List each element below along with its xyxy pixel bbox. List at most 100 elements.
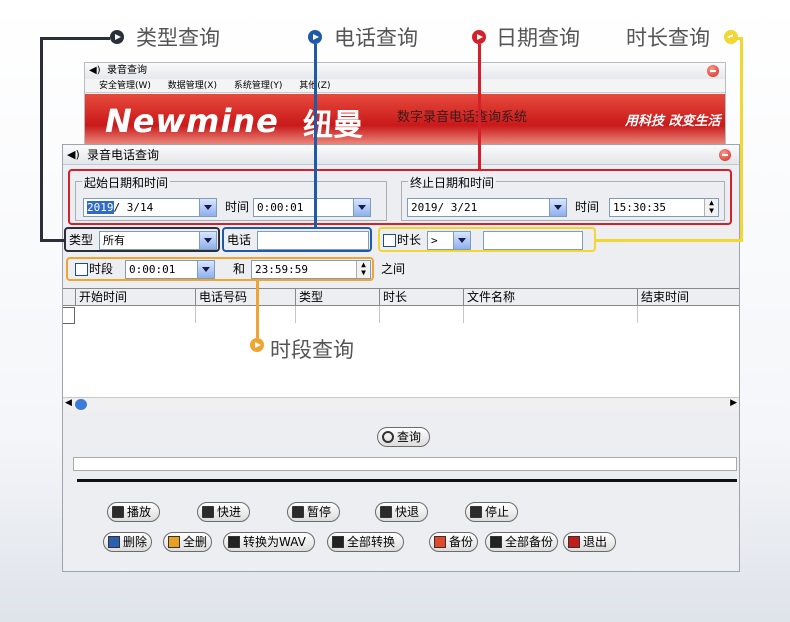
rewind-label: 快退 [395, 505, 420, 519]
back-window: 录音查询 ◀) 安全管理(W) 数据管理(X) 系统管理(Y) 其他(Z) Ne… [84, 62, 726, 151]
period-between-label: 之间 [381, 262, 406, 276]
play-button[interactable]: 播放 [107, 502, 161, 522]
fast-forward-icon [202, 506, 214, 518]
main-window-title: ◀) 录音电话查询 [63, 145, 739, 165]
period-highlight-box [66, 257, 374, 281]
delete-button[interactable]: 删除 [103, 532, 153, 552]
callout-type-query: 类型查询 [136, 26, 220, 50]
records-table[interactable]: 开始时间 电话号码 类型 时长 文件名称 结束时间 [63, 288, 739, 408]
logo-cn: 纽曼 [303, 108, 363, 143]
duration-connector [740, 37, 743, 242]
convert-wav-button[interactable]: 转换为WAV [223, 532, 315, 552]
back-menu-bar: 安全管理(W) 数据管理(X) 系统管理(Y) 其他(Z) [85, 79, 725, 93]
row-indicator [63, 307, 75, 324]
banner: Newmine 纽曼 数字录音电话查询系统 用科技 改变生活 [85, 94, 725, 151]
exit-icon [568, 536, 580, 548]
col-duration[interactable]: 时长 [379, 289, 463, 306]
callout-duration-query: 时长查询 [626, 26, 710, 50]
banner-slogan: 数字录音电话查询系统 [397, 110, 528, 125]
stop-button[interactable]: 停止 [465, 502, 519, 522]
delete-icon [108, 536, 120, 548]
duration-connector [730, 37, 742, 40]
backup-all-button[interactable]: 全部备份 [485, 532, 559, 552]
grid-line [637, 306, 638, 323]
pause-label: 暂停 [307, 505, 332, 519]
callout-phone-dot [308, 30, 322, 44]
convert-all-label: 全部转换 [347, 535, 396, 549]
type-connector [40, 239, 66, 242]
col-type[interactable]: 类型 [295, 289, 379, 306]
logo-text: Newmine [105, 102, 279, 140]
callout-period-query: 时段查询 [270, 338, 354, 362]
menu-data[interactable]: 数据管理(X) [168, 81, 217, 91]
col-file-name[interactable]: 文件名称 [463, 289, 637, 306]
pause-button[interactable]: 暂停 [287, 502, 341, 522]
speaker-icon: ◀) [89, 65, 101, 76]
col-phone[interactable]: 电话号码 [195, 289, 295, 306]
play-icon [112, 506, 124, 518]
menu-system[interactable]: 系统管理(Y) [234, 81, 283, 91]
menu-security[interactable]: 安全管理(W) [99, 81, 151, 91]
phone-highlight-box [222, 227, 372, 252]
banner-badge: 用科技 改变生活 [625, 114, 721, 129]
progress-bar [73, 457, 737, 471]
save-icon [490, 536, 502, 548]
fast-forward-button[interactable]: 快进 [197, 502, 251, 522]
callout-date-dot [472, 30, 486, 44]
save-icon [332, 536, 344, 548]
window-title-text: 录音电话查询 [87, 148, 160, 162]
rewind-button[interactable]: 快退 [375, 502, 429, 522]
backup-all-label: 全部备份 [505, 535, 554, 549]
callout-type-dot [110, 30, 124, 44]
rewind-icon [380, 506, 392, 518]
grid-line [195, 306, 196, 323]
exit-label: 退出 [583, 535, 608, 549]
delete-all-label: 全删 [183, 535, 208, 549]
query-button[interactable]: 查询 [377, 427, 431, 447]
backup-label: 备份 [449, 535, 474, 549]
stop-icon [470, 506, 482, 518]
query-button-label: 查询 [397, 430, 422, 444]
convert-wav-label: 转换为WAV [243, 535, 306, 549]
backup-button[interactable]: 备份 [429, 532, 479, 552]
type-connector [40, 37, 110, 40]
scroll-thumb[interactable] [75, 399, 87, 410]
stop-label: 停止 [485, 505, 510, 519]
col-start-time[interactable]: 开始时间 [75, 289, 195, 306]
grid-line [463, 306, 464, 323]
delete-all-icon [168, 536, 180, 548]
save-icon [228, 536, 240, 548]
phone-connector [314, 44, 317, 228]
table-header: 开始时间 电话号码 类型 时长 文件名称 结束时间 [63, 289, 739, 306]
period-connector [256, 280, 259, 338]
backup-icon [434, 536, 446, 548]
col-end-time[interactable]: 结束时间 [637, 289, 739, 306]
date-highlight-box [68, 169, 732, 225]
callout-phone-query: 电话查询 [334, 26, 418, 50]
convert-all-button[interactable]: 全部转换 [327, 532, 405, 552]
duration-connector [596, 239, 742, 242]
back-window-title: 录音查询 [85, 63, 725, 79]
speaker-icon: ◀) [67, 148, 80, 161]
date-connector [478, 44, 481, 170]
grid-line [295, 306, 296, 323]
delete-label: 删除 [123, 535, 148, 549]
scroll-left-icon[interactable]: ◀ [65, 398, 72, 408]
type-highlight-box [64, 227, 220, 252]
play-label: 播放 [127, 505, 152, 519]
callout-date-query: 日期查询 [496, 26, 580, 50]
separator [77, 479, 737, 482]
close-icon[interactable] [719, 149, 731, 161]
delete-all-button[interactable]: 全删 [163, 532, 213, 552]
pause-icon [292, 506, 304, 518]
scroll-right-icon[interactable]: ▶ [730, 398, 737, 408]
type-connector [40, 37, 43, 242]
duration-highlight-box [378, 227, 596, 252]
grid-line [379, 306, 380, 323]
exit-button[interactable]: 退出 [563, 532, 617, 552]
fast-forward-label: 快进 [217, 505, 242, 519]
callout-period-dot [250, 338, 264, 352]
horizontal-scrollbar[interactable]: ◀ ▶ [63, 397, 739, 411]
search-icon [382, 431, 394, 443]
back-close-icon[interactable] [707, 65, 719, 77]
